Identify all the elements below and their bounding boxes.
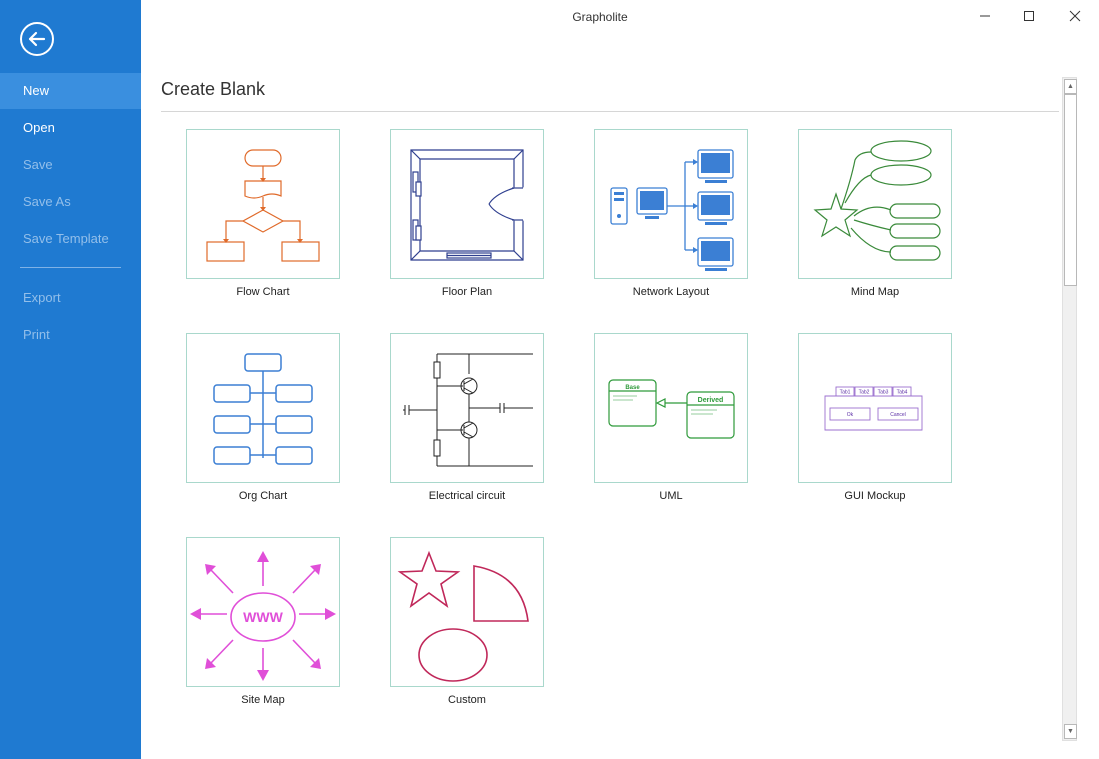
minimize-icon xyxy=(980,15,990,17)
menu-item-save-as[interactable]: Save As xyxy=(0,184,141,220)
gui-tab-2: Tab2 xyxy=(859,390,870,396)
template-uml[interactable]: Base Derived UML xyxy=(594,333,748,502)
template-thumbnail xyxy=(594,129,748,279)
template-label: Flow Chart xyxy=(236,286,290,298)
template-floor-plan[interactable]: Floor Plan xyxy=(390,129,544,298)
uml-base-class-name: Base xyxy=(625,385,640,391)
menu-item-save[interactable]: Save xyxy=(0,147,141,183)
template-label: Site Map xyxy=(241,694,285,706)
template-thumbnail xyxy=(390,333,544,483)
gui-tab-1: Tab1 xyxy=(840,390,851,396)
template-label: GUI Mockup xyxy=(844,490,906,502)
gui-tab-4: Tab4 xyxy=(897,390,908,396)
template-electrical-circuit[interactable]: Electrical circuit xyxy=(390,333,544,502)
window-title: Grapholite xyxy=(572,10,628,24)
scroll-down-button[interactable]: ▼ xyxy=(1064,724,1077,739)
template-thumbnail: Tab1 Tab2 Tab3 Tab4 Ok Cancel xyxy=(798,333,952,483)
back-button[interactable] xyxy=(20,22,54,56)
floor-plan-thumbnail-icon xyxy=(410,149,526,261)
scroll-up-button[interactable]: ▲ xyxy=(1064,79,1077,94)
triangle-up-icon: ▲ xyxy=(1067,83,1074,90)
menu-divider xyxy=(20,267,121,268)
close-button[interactable] xyxy=(1065,6,1085,26)
site-map-thumbnail-icon: WWW xyxy=(190,551,336,681)
site-map-center-label: WWW xyxy=(243,609,283,625)
template-label: Floor Plan xyxy=(441,286,493,298)
minimize-button[interactable] xyxy=(975,6,995,26)
menu-item-save-template[interactable]: Save Template xyxy=(0,221,141,257)
arrow-left-icon xyxy=(28,31,46,47)
gui-ok-button-label: Ok xyxy=(847,412,854,418)
template-label: UML xyxy=(659,490,683,502)
uml-thumbnail-icon: Base Derived xyxy=(608,379,735,439)
template-mind-map[interactable]: Mind Map xyxy=(798,129,952,298)
template-thumbnail xyxy=(186,129,340,279)
template-gui-mockup[interactable]: Tab1 Tab2 Tab3 Tab4 Ok Cancel GUI Mockup xyxy=(798,333,952,502)
template-thumbnail: Base Derived xyxy=(594,333,748,483)
menu-item-export[interactable]: Export xyxy=(0,280,141,316)
mind-map-thumbnail-icon xyxy=(813,140,941,261)
maximize-button[interactable] xyxy=(1019,6,1039,26)
template-label: Custom xyxy=(448,694,486,706)
custom-thumbnail-icon xyxy=(397,550,529,682)
template-thumbnail xyxy=(186,333,340,483)
template-flow-chart[interactable]: Flow Chart xyxy=(186,129,340,298)
template-network-layout[interactable]: Network Layout xyxy=(594,129,748,298)
template-label: Electrical circuit xyxy=(428,490,506,502)
menu-item-new[interactable]: New xyxy=(0,73,141,109)
template-thumbnail xyxy=(798,129,952,279)
gui-mockup-thumbnail-icon: Tab1 Tab2 Tab3 Tab4 Ok Cancel xyxy=(824,386,923,431)
network-layout-thumbnail-icon xyxy=(610,149,734,271)
flow-chart-thumbnail-icon xyxy=(206,149,320,262)
vertical-scrollbar[interactable]: ▲ ▼ xyxy=(1062,77,1077,741)
template-org-chart[interactable]: Org Chart xyxy=(186,333,340,502)
close-icon xyxy=(1069,10,1081,22)
template-label: Mind Map xyxy=(850,286,900,298)
gui-cancel-button-label: Cancel xyxy=(890,412,906,418)
template-thumbnail xyxy=(390,129,544,279)
menu-item-print[interactable]: Print xyxy=(0,317,141,353)
template-label: Org Chart xyxy=(238,490,288,502)
sidebar: New Open Save Save As Save Template Expo… xyxy=(0,0,141,759)
section-divider xyxy=(161,111,1059,112)
section-title: Create Blank xyxy=(161,79,266,99)
menu-item-open[interactable]: Open xyxy=(0,110,141,146)
scroll-thumb[interactable] xyxy=(1064,94,1077,286)
org-chart-thumbnail-icon xyxy=(213,353,313,465)
electrical-circuit-thumbnail-icon xyxy=(403,353,533,467)
triangle-down-icon: ▼ xyxy=(1067,728,1074,735)
template-custom[interactable]: Custom xyxy=(390,537,544,706)
uml-derived-class-name: Derived xyxy=(698,397,724,404)
template-site-map[interactable]: WWW Site Map xyxy=(186,537,340,706)
template-label: Network Layout xyxy=(632,286,710,298)
maximize-icon xyxy=(1024,11,1034,21)
template-thumbnail xyxy=(390,537,544,687)
template-thumbnail: WWW xyxy=(186,537,340,687)
gui-tab-3: Tab3 xyxy=(878,390,889,396)
